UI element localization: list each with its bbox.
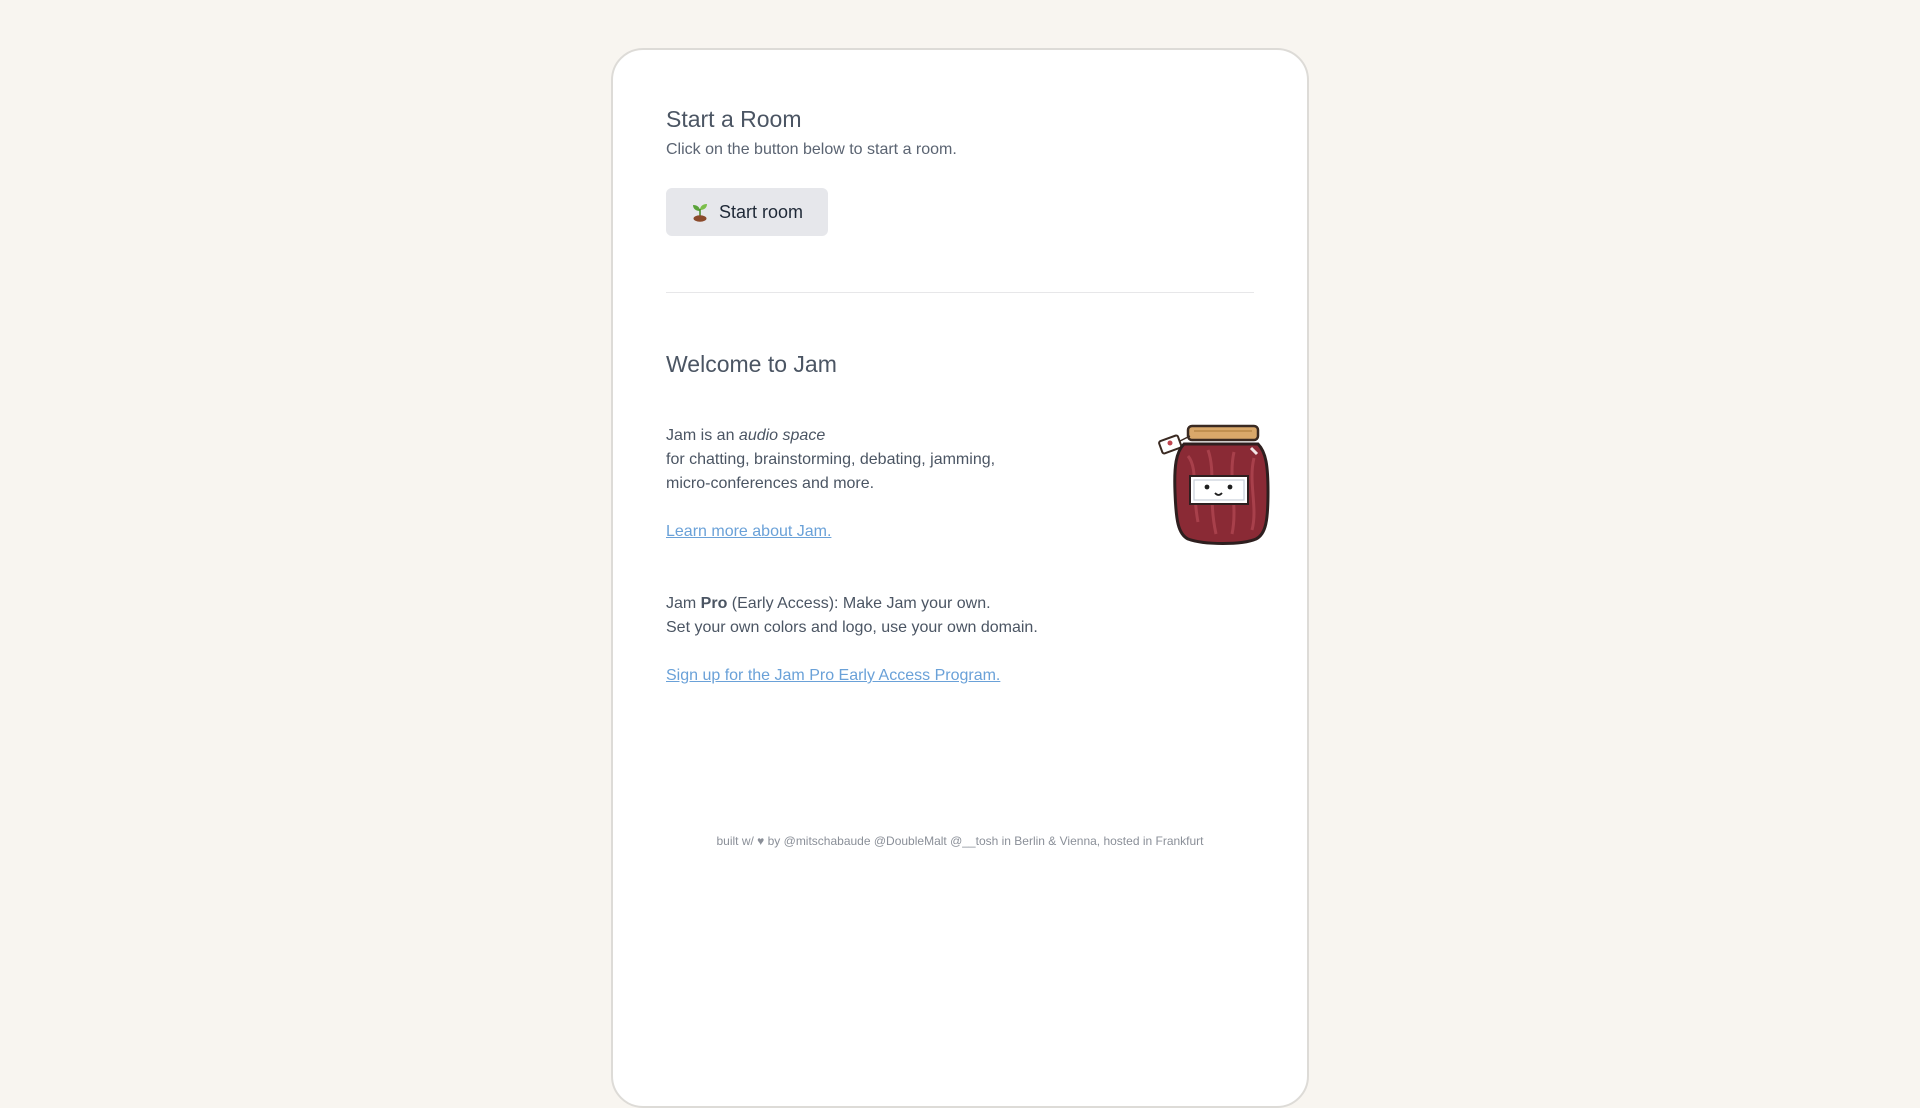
main-card: Start a Room Click on the button below t…: [611, 48, 1309, 1108]
intro-prefix: Jam is an: [666, 427, 739, 444]
sprout-icon: [692, 204, 707, 222]
pro-bold: Pro: [700, 595, 728, 612]
pro-line-2: Set your own colors and logo, use your o…: [666, 619, 1038, 636]
jam-jar-illustration: [1158, 424, 1270, 545]
intro-emphasis: audio space: [738, 427, 826, 444]
pro-suffix: (Early Access): Make Jam your own.: [727, 595, 991, 612]
welcome-title: Welcome to Jam: [666, 351, 837, 377]
signup-link[interactable]: Sign up for the Jam Pro Early Access Pro…: [666, 667, 1000, 685]
pro-line-1: Jam Pro (Early Access): Make Jam your ow…: [666, 592, 991, 616]
pro-prefix: Jam: [666, 595, 701, 612]
intro-line-2: for chatting, brainstorming, debating, j…: [666, 451, 996, 468]
start-room-title: Start a Room: [666, 106, 802, 132]
intro-line-3: micro-conferences and more.: [666, 475, 875, 492]
start-room-button-label: Start room: [718, 201, 804, 222]
start-room-subtitle: Click on the button below to start a roo…: [666, 141, 957, 158]
learn-more-link[interactable]: Learn more about Jam.: [666, 523, 831, 541]
footer-credits: built w/ ♥ by @mitschabaude @DoubleMalt …: [716, 834, 1204, 848]
intro-line-1: Jam is an audio space: [666, 424, 825, 448]
start-room-button[interactable]: Start room: [666, 188, 828, 236]
section-divider: [666, 292, 1254, 293]
